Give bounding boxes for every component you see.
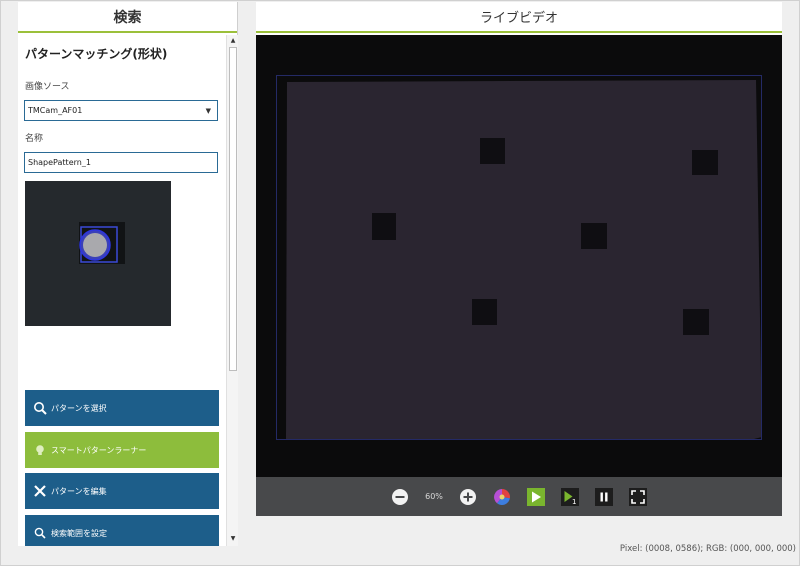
play-button[interactable]	[527, 487, 545, 506]
video-toolbar: 60% 1	[256, 477, 782, 516]
scroll-down-icon[interactable]: ▼	[229, 534, 237, 544]
search-panel-title: 検索	[18, 2, 237, 33]
color-balance-button[interactable]	[493, 488, 511, 506]
select-pattern-label: パターンを選択	[51, 403, 107, 413]
section-title: パターンマッチング(形状)	[25, 47, 168, 61]
smart-pattern-learner-label: スマートパターンラーナー	[51, 445, 147, 455]
edit-pattern-label: パターンを編集	[51, 486, 107, 496]
step-play-icon: 1	[561, 487, 579, 506]
edit-pattern-button[interactable]: パターンを編集	[25, 473, 219, 509]
live-video-view[interactable]	[256, 35, 782, 477]
pattern-thumbnail	[25, 181, 171, 326]
svg-text:1: 1	[572, 498, 576, 506]
search-icon	[34, 527, 46, 539]
search-panel: 検索 パターンマッチング(形状) 画像ソース TMCam_AF01 ▼ 名称 S…	[18, 2, 238, 546]
lightbulb-icon	[36, 445, 44, 455]
search-panel-content: パターンマッチング(形状) 画像ソース TMCam_AF01 ▼ 名称 パターン	[18, 35, 226, 546]
fullscreen-button[interactable]	[629, 487, 647, 506]
fullscreen-icon	[629, 487, 647, 506]
scrollbar-thumb[interactable]	[229, 47, 237, 371]
live-video-title: ライブビデオ	[256, 2, 782, 33]
color-wheel-icon	[494, 488, 511, 505]
pause-icon	[595, 487, 613, 506]
zoom-level: 60%	[425, 492, 443, 501]
image-source-value: TMCam_AF01	[28, 106, 83, 115]
image-source-label: 画像ソース	[25, 82, 70, 92]
live-video-panel: ライブビデオ 60% 1	[256, 2, 782, 516]
play-icon	[527, 487, 545, 506]
select-pattern-button[interactable]: パターンを選択	[25, 390, 219, 426]
name-input[interactable]	[24, 152, 218, 173]
edit-pattern-icon	[34, 485, 46, 497]
chevron-down-icon: ▼	[205, 107, 211, 115]
smart-pattern-learner-button[interactable]: スマートパターンラーナー	[25, 432, 219, 468]
name-label: 名称	[25, 134, 44, 144]
set-search-region-label: 検索範囲を設定	[51, 528, 107, 538]
zoom-in-icon	[460, 488, 476, 505]
video-frame-outline	[276, 75, 762, 440]
pixel-status: Pixel: (0008, 0586); RGB: (000, 000, 000…	[619, 544, 796, 554]
pattern-thumbnail-image	[25, 181, 171, 326]
scroll-up-icon[interactable]: ▲	[229, 36, 237, 46]
image-source-select[interactable]: TMCam_AF01 ▼	[24, 100, 218, 121]
search-pattern-icon	[34, 402, 47, 415]
zoom-out-button[interactable]	[391, 488, 409, 506]
zoom-out-icon	[392, 488, 408, 505]
step-play-button[interactable]: 1	[561, 487, 579, 506]
zoom-in-button[interactable]	[459, 488, 477, 506]
left-panel-scrollbar[interactable]: ▲ ▼	[226, 35, 238, 546]
set-search-region-button[interactable]: 検索範囲を設定	[25, 515, 219, 546]
pause-button[interactable]	[595, 487, 613, 506]
